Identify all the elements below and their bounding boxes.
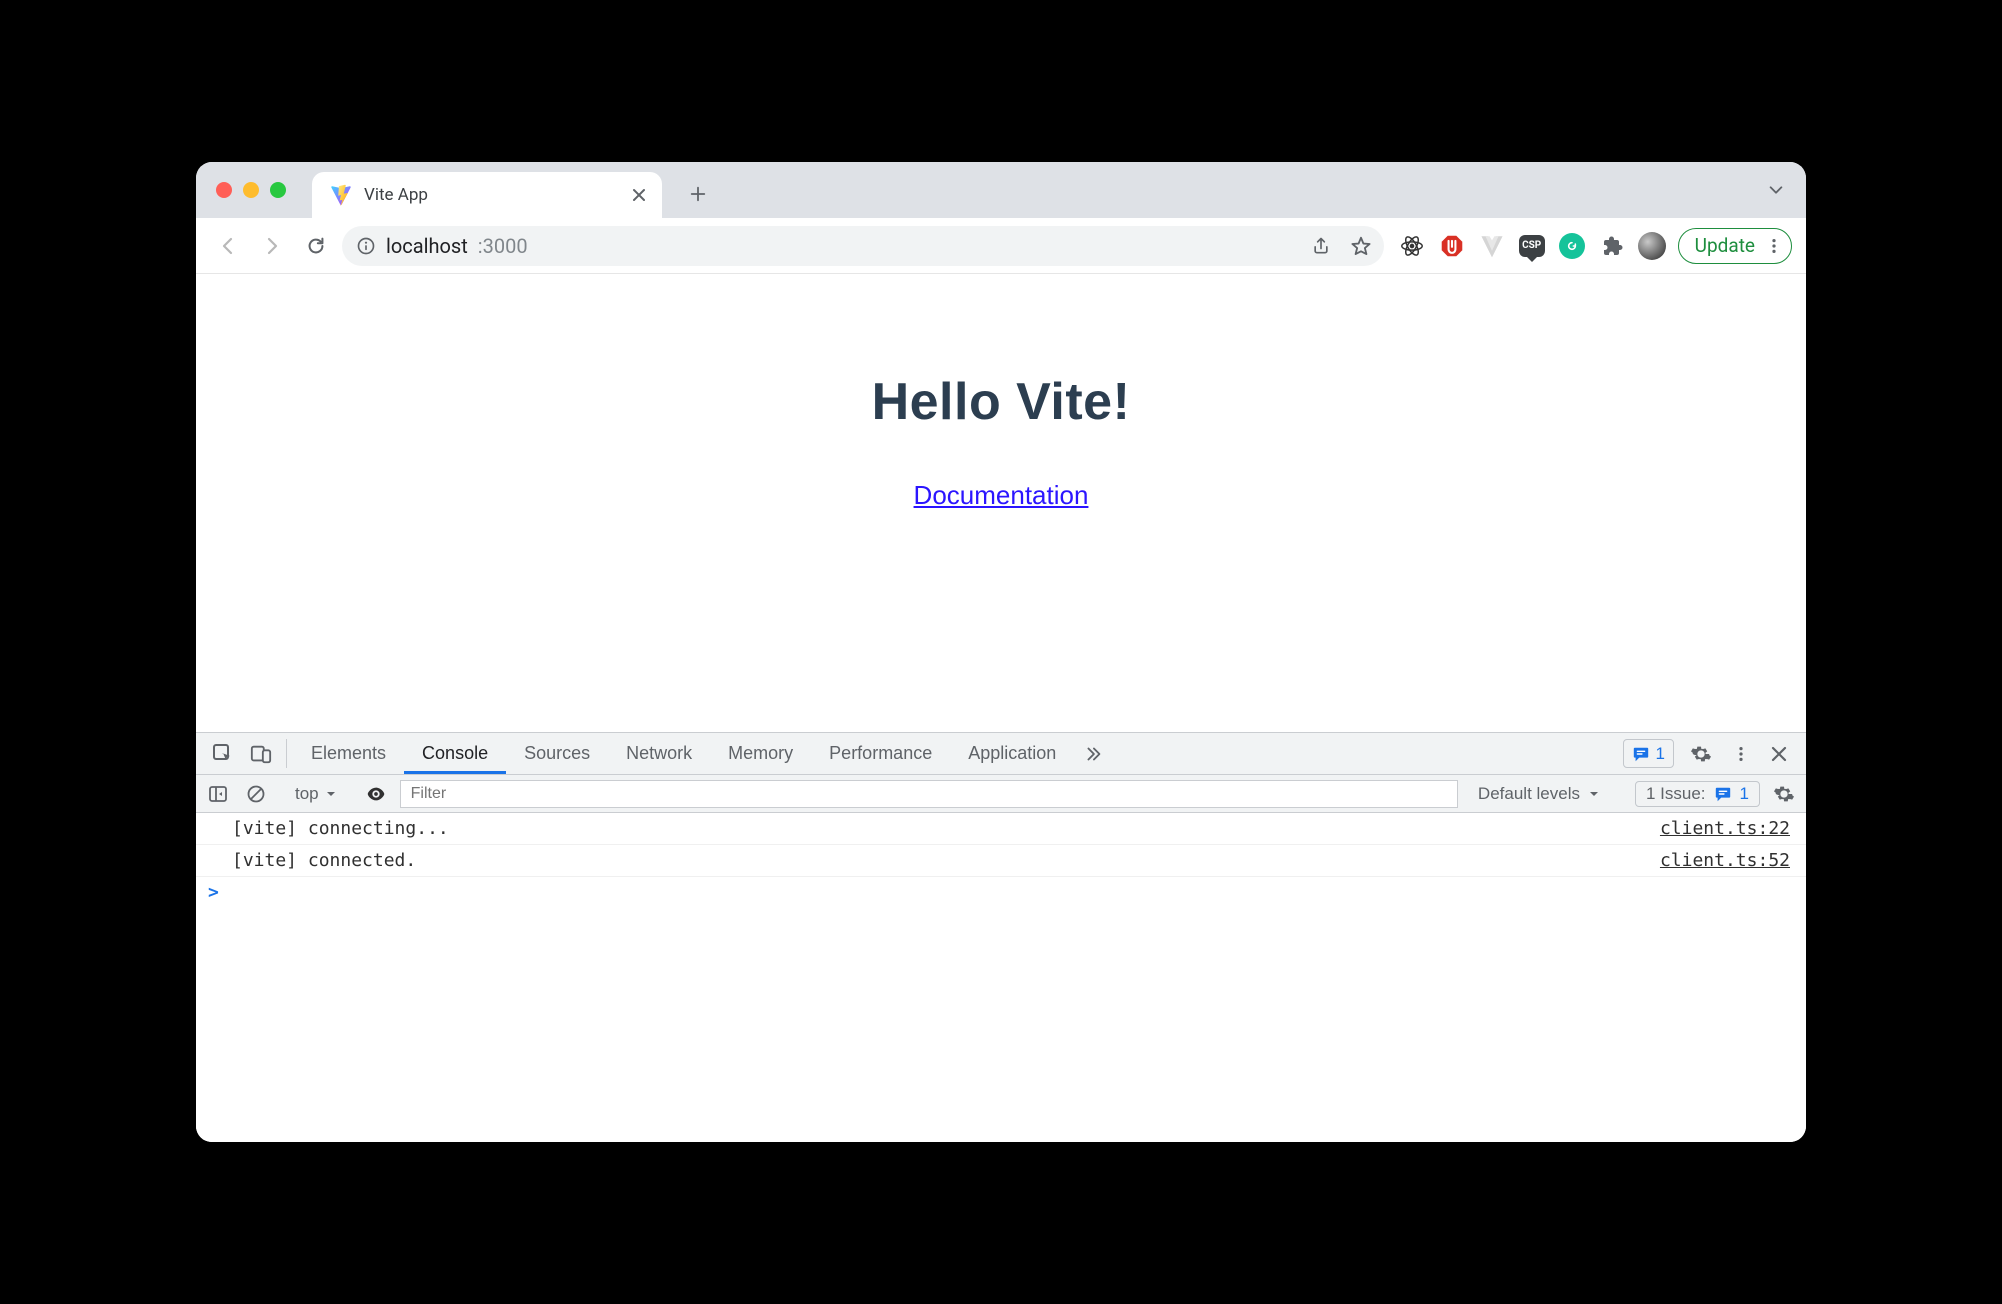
profile-avatar[interactable] bbox=[1638, 232, 1666, 260]
issues-chip[interactable]: 1 Issue: 1 bbox=[1635, 781, 1760, 807]
log-source-link[interactable]: client.ts:52 bbox=[1660, 850, 1790, 871]
clear-console-button[interactable] bbox=[242, 780, 270, 808]
address-bar[interactable]: localhost :3000 bbox=[342, 226, 1384, 266]
devtools-tabs: Elements Console Sources Network Memory … bbox=[196, 733, 1806, 775]
toggle-console-sidebar-button[interactable] bbox=[204, 780, 232, 808]
console-log-row: [vite] connected. client.ts:52 bbox=[196, 845, 1806, 877]
tab-title: Vite App bbox=[364, 185, 618, 205]
avatar-icon bbox=[1638, 232, 1666, 260]
live-expression-button[interactable] bbox=[362, 780, 390, 808]
tabs-overflow-button[interactable] bbox=[1074, 733, 1112, 774]
log-source-link[interactable]: client.ts:22 bbox=[1660, 818, 1790, 839]
page-heading: Hello Vite! bbox=[872, 372, 1131, 432]
tab-performance[interactable]: Performance bbox=[811, 733, 950, 774]
tabs-dropdown-button[interactable] bbox=[1758, 172, 1794, 208]
tab-sources[interactable]: Sources bbox=[506, 733, 608, 774]
vite-favicon-icon bbox=[330, 184, 352, 206]
update-label: Update bbox=[1695, 234, 1755, 257]
inspect-element-button[interactable] bbox=[204, 733, 242, 774]
log-message: [vite] connected. bbox=[232, 850, 1660, 871]
vue-devtools-extension-icon[interactable] bbox=[1478, 232, 1506, 260]
tab-application[interactable]: Application bbox=[950, 733, 1074, 774]
device-toolbar-button[interactable] bbox=[242, 733, 280, 774]
forward-button[interactable] bbox=[254, 228, 290, 264]
window-zoom-button[interactable] bbox=[270, 182, 286, 198]
devtools-panel: Elements Console Sources Network Memory … bbox=[196, 732, 1806, 1142]
devtools-more-button[interactable] bbox=[1722, 733, 1760, 774]
messages-count: 1 bbox=[1656, 744, 1665, 764]
tab-memory[interactable]: Memory bbox=[710, 733, 811, 774]
devtools-close-button[interactable] bbox=[1760, 733, 1798, 774]
console-filter-input[interactable] bbox=[400, 780, 1458, 808]
site-info-icon[interactable] bbox=[356, 236, 376, 256]
bookmark-button[interactable] bbox=[1346, 231, 1376, 261]
console-context-select[interactable]: top bbox=[295, 784, 337, 804]
issues-label: 1 Issue: bbox=[1646, 784, 1706, 804]
tab-console[interactable]: Console bbox=[404, 733, 506, 774]
browser-tab[interactable]: Vite App bbox=[312, 172, 662, 218]
issues-count: 1 bbox=[1740, 784, 1749, 804]
url-host: localhost bbox=[386, 234, 468, 258]
log-levels-select[interactable]: Default levels bbox=[1468, 784, 1610, 804]
tab-elements[interactable]: Elements bbox=[293, 733, 404, 774]
window-close-button[interactable] bbox=[216, 182, 232, 198]
issues-icon bbox=[1714, 785, 1732, 803]
documentation-link[interactable]: Documentation bbox=[914, 480, 1089, 511]
console-toolbar: top Default levels 1 Issue: 1 bbox=[196, 775, 1806, 813]
grammarly-extension-icon[interactable] bbox=[1558, 232, 1586, 260]
console-settings-button[interactable] bbox=[1770, 780, 1798, 808]
prompt-icon: > bbox=[208, 882, 219, 903]
page-viewport: Hello Vite! Documentation bbox=[196, 274, 1806, 732]
console-prompt[interactable]: > bbox=[196, 877, 1806, 908]
console-log-list: [vite] connecting... client.ts:22 [vite]… bbox=[196, 813, 1806, 1142]
devtools-settings-button[interactable] bbox=[1680, 733, 1722, 774]
browser-toolbar: localhost :3000 bbox=[196, 218, 1806, 274]
extensions-menu-button[interactable] bbox=[1598, 232, 1626, 260]
csp-extension-icon[interactable]: CSP bbox=[1518, 232, 1546, 260]
tab-strip: Vite App bbox=[196, 162, 1806, 218]
browser-window: Vite App bbox=[196, 162, 1806, 1142]
console-messages-chip[interactable]: 1 bbox=[1623, 739, 1674, 768]
update-chrome-button[interactable]: Update bbox=[1678, 228, 1792, 264]
tab-network[interactable]: Network bbox=[608, 733, 710, 774]
window-minimize-button[interactable] bbox=[243, 182, 259, 198]
reload-button[interactable] bbox=[298, 228, 334, 264]
traffic-lights bbox=[216, 182, 286, 198]
react-devtools-extension-icon[interactable] bbox=[1398, 232, 1426, 260]
url-port: :3000 bbox=[478, 234, 528, 258]
adblock-extension-icon[interactable] bbox=[1438, 232, 1466, 260]
tab-close-button[interactable] bbox=[630, 186, 648, 204]
log-message: [vite] connecting... bbox=[232, 818, 1660, 839]
console-log-row: [vite] connecting... client.ts:22 bbox=[196, 813, 1806, 845]
console-context-label: top bbox=[295, 784, 319, 804]
share-button[interactable] bbox=[1306, 231, 1336, 261]
extensions-area: CSP Update bbox=[1398, 228, 1792, 264]
new-tab-button[interactable] bbox=[680, 176, 716, 212]
chrome-menu-icon[interactable] bbox=[1765, 237, 1783, 255]
back-button[interactable] bbox=[210, 228, 246, 264]
levels-label: Default levels bbox=[1478, 784, 1580, 804]
